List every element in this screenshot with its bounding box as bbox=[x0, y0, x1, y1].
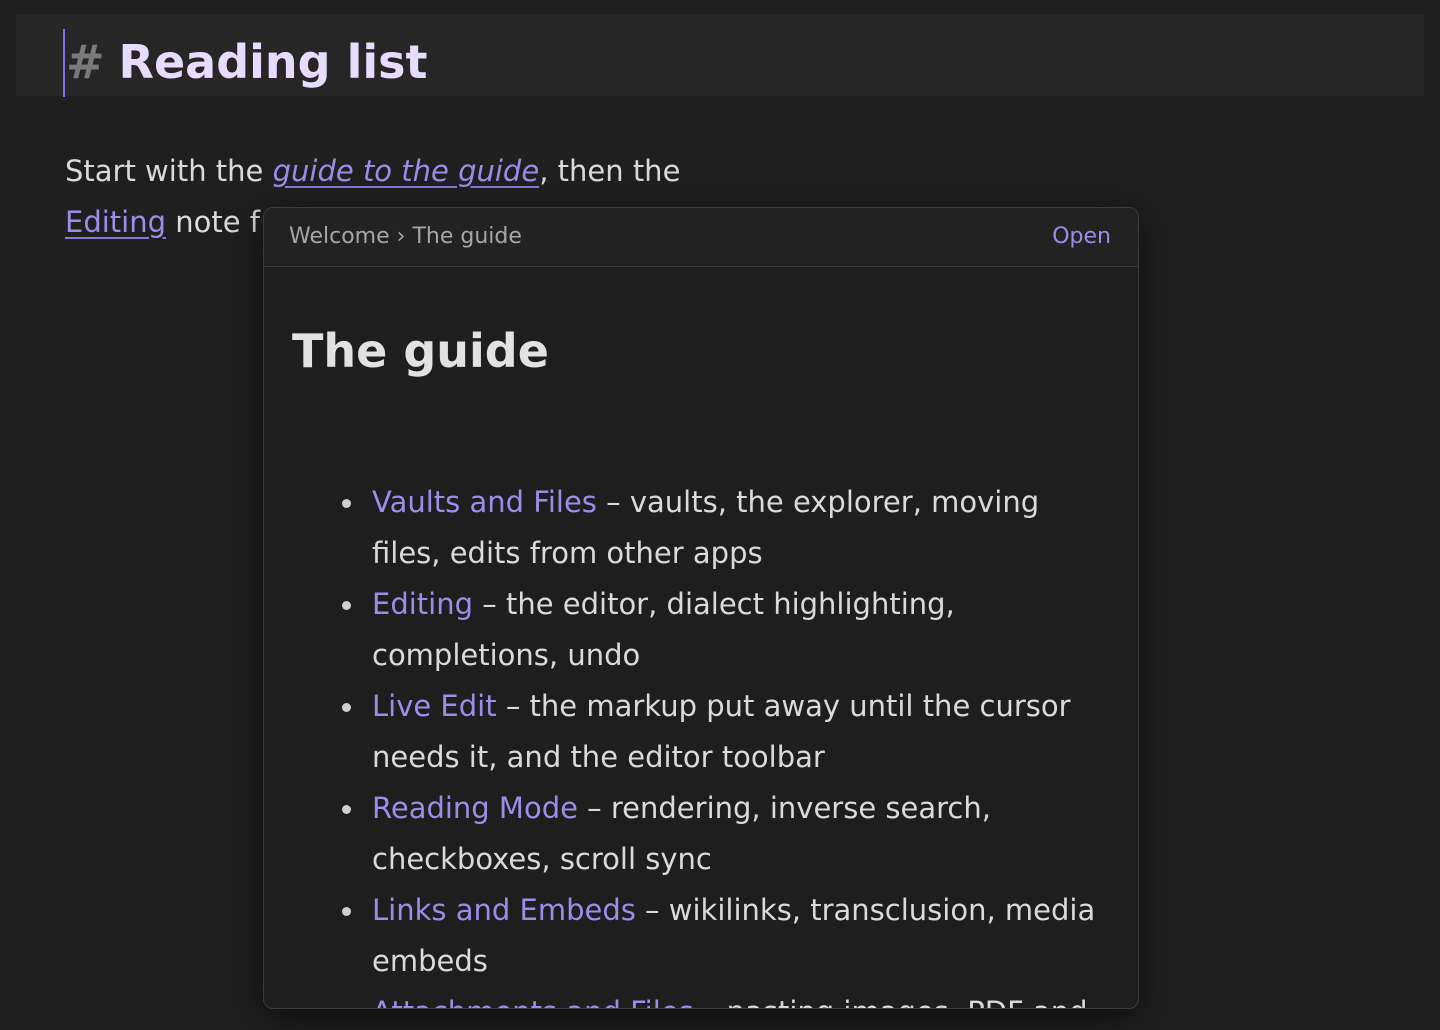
bullet-icon bbox=[342, 703, 351, 712]
heading-markup-hash: # bbox=[66, 35, 105, 89]
open-button[interactable]: Open bbox=[1052, 223, 1111, 251]
bullet-icon bbox=[342, 805, 351, 814]
popover-header: Welcome › The guide Open bbox=[264, 208, 1138, 267]
reading-mode-link[interactable]: Reading Mode bbox=[372, 791, 578, 825]
page-title: Reading list bbox=[118, 35, 428, 89]
paragraph-text: note f bbox=[166, 205, 260, 239]
heading-line[interactable]: # Reading list bbox=[66, 32, 428, 92]
list-item: Vaults and Files – vaults, the explorer,… bbox=[342, 477, 1112, 579]
editing-link[interactable]: Editing bbox=[65, 205, 166, 239]
list-item: Reading Mode – rendering, inverse search… bbox=[342, 783, 1112, 885]
editor-pane[interactable]: # Reading list Start with the guide to th… bbox=[0, 0, 1440, 1030]
live-edit-link[interactable]: Live Edit bbox=[372, 689, 497, 723]
breadcrumb-item-welcome[interactable]: Welcome bbox=[289, 224, 390, 249]
text-cursor bbox=[63, 29, 65, 97]
list-item: Live Edit – the markup put away until th… bbox=[342, 681, 1112, 783]
breadcrumb: Welcome › The guide bbox=[289, 223, 522, 251]
chevron-right-icon: › bbox=[396, 224, 406, 249]
attachments-and-files-link[interactable]: Attachments and Files bbox=[372, 995, 694, 1008]
bullet-icon bbox=[342, 499, 351, 508]
bullet-icon bbox=[342, 601, 351, 610]
guide-list: Vaults and Files – vaults, the explorer,… bbox=[342, 477, 1112, 1008]
links-and-embeds-link[interactable]: Links and Embeds bbox=[372, 893, 636, 927]
list-item: Links and Embeds – wikilinks, transclusi… bbox=[342, 885, 1112, 987]
vaults-and-files-link[interactable]: Vaults and Files bbox=[372, 485, 597, 519]
list-item: Attachments and Files – pasting images, … bbox=[342, 987, 1112, 1008]
paragraph-line-1[interactable]: Start with the guide to the guide, then … bbox=[65, 151, 680, 191]
preview-title: The guide bbox=[292, 324, 549, 378]
paragraph-text: , then the bbox=[539, 154, 681, 188]
guide-to-the-guide-link[interactable]: guide to the guide bbox=[273, 154, 540, 188]
breadcrumb-item-the-guide[interactable]: The guide bbox=[412, 224, 521, 249]
list-item-text: – pasting images, PDF and bbox=[694, 995, 1088, 1008]
bullet-icon bbox=[342, 907, 351, 916]
paragraph-line-2[interactable]: Editing note f bbox=[65, 202, 260, 242]
editing-link[interactable]: Editing bbox=[372, 587, 473, 621]
link-preview-popover[interactable]: Welcome › The guide Open The guide Vaults … bbox=[263, 207, 1139, 1009]
list-item: Editing – the editor, dialect highlighti… bbox=[342, 579, 1112, 681]
paragraph-text: Start with the bbox=[65, 154, 273, 188]
